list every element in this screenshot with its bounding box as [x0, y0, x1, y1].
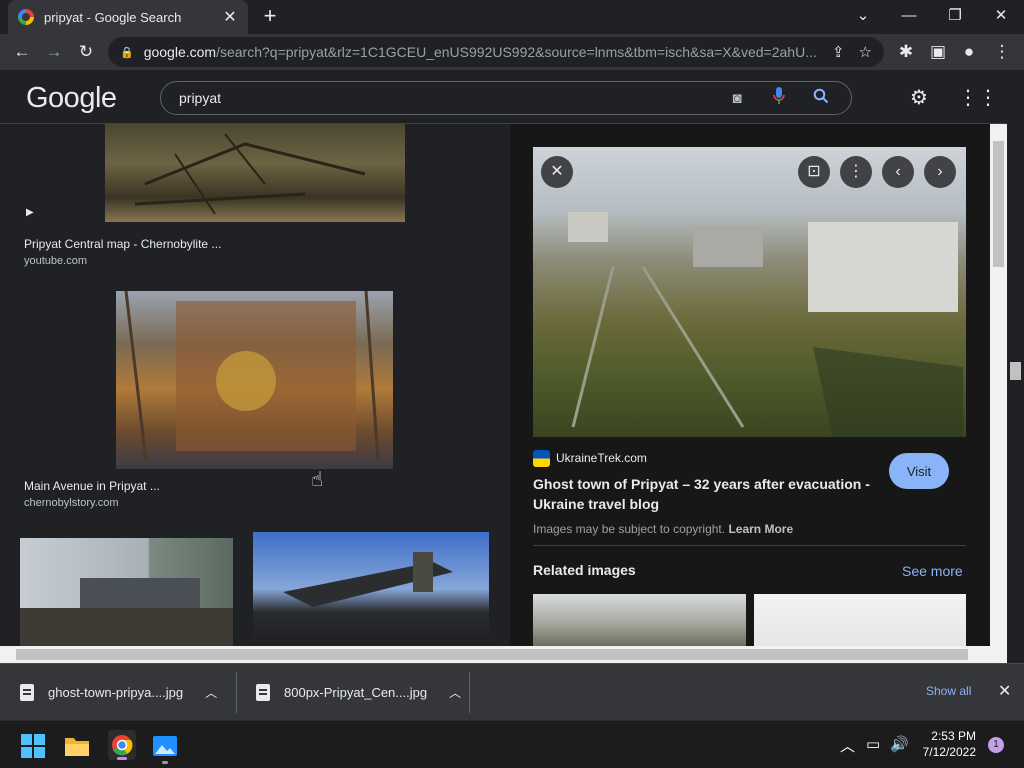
windows-start-icon[interactable] — [20, 733, 46, 759]
back-button[interactable]: ← — [10, 40, 34, 64]
file-explorer-icon[interactable] — [64, 733, 90, 759]
search-icon[interactable] — [809, 88, 833, 108]
side-panel-icon[interactable]: ▣ — [926, 40, 950, 64]
play-icon[interactable]: ▶ — [26, 207, 34, 218]
search-input[interactable] — [179, 90, 707, 106]
download-filename: ghost-town-pripya....jpg — [48, 685, 184, 700]
browser-tab[interactable]: pripyat - Google Search ✕ — [8, 0, 248, 34]
bookmark-star-icon[interactable]: ☆ — [859, 43, 872, 61]
notification-badge[interactable]: 1 — [988, 737, 1004, 753]
download-filename: 800px-Pripyat_Cen....jpg — [284, 685, 428, 700]
photos-app-icon[interactable] — [152, 733, 178, 764]
tab-search-chevron-icon[interactable]: ⌄ — [851, 4, 875, 28]
clock-time: 2:53 PM — [931, 729, 976, 743]
learn-more-link[interactable]: Learn More — [728, 522, 793, 536]
chevron-up-icon[interactable]: ︿ — [449, 684, 461, 701]
new-tab-button[interactable]: + — [258, 4, 282, 28]
url-text: google.com/search?q=pripyat&rlz=1C1GCEU_… — [143, 44, 817, 60]
settings-gear-icon[interactable]: ⚙ — [907, 86, 931, 110]
see-more-link[interactable]: See more — [902, 563, 963, 579]
related-images-title: Related images — [533, 562, 636, 578]
windows-taskbar: ︿ ▭ 🔊 2:53 PM 7/12/2022 1 — [0, 720, 1024, 768]
downloads-bar: ghost-town-pripya....jpg ︿ 800px-Pripyat… — [0, 663, 1024, 720]
profile-avatar-icon[interactable]: ● — [957, 40, 981, 64]
related-image[interactable] — [533, 594, 746, 646]
chrome-taskbar-icon[interactable] — [108, 730, 136, 760]
download-item[interactable]: ghost-town-pripya....jpg ︿ — [0, 664, 236, 721]
horizontal-scrollbar-thumb[interactable] — [16, 649, 968, 660]
close-window-button[interactable]: ✕ — [989, 4, 1013, 28]
google-lens-icon[interactable]: ⊡ — [798, 156, 830, 188]
image-results-grid: ▶ Pripyat Central map - Chernobylite ...… — [0, 124, 510, 646]
page-scrollbar[interactable] — [1007, 70, 1024, 646]
google-favicon-icon — [18, 9, 34, 25]
reload-button[interactable]: ↻ — [74, 40, 98, 64]
divider — [533, 545, 966, 546]
tab-strip: pripyat - Google Search ✕ + ⌄ — ❐ ✕ — [0, 0, 1024, 34]
chrome-menu-icon[interactable]: ⋮ — [990, 40, 1014, 64]
forward-button[interactable]: → — [42, 40, 66, 64]
show-all-downloads-link[interactable]: Show all — [926, 684, 971, 698]
divider — [469, 672, 470, 713]
google-header: Google ◙ ⚙ ⋮⋮ — [0, 70, 1024, 124]
camera-lens-icon[interactable]: ◙ — [725, 90, 749, 107]
minimize-button[interactable]: — — [897, 4, 921, 28]
network-icon[interactable]: ▭ — [866, 735, 880, 753]
close-tab-icon[interactable]: ✕ — [222, 7, 238, 27]
related-image[interactable] — [754, 594, 966, 646]
result-source: youtube.com — [24, 255, 87, 267]
result-thumbnail[interactable] — [20, 538, 233, 646]
panel-scrollbar[interactable] — [990, 124, 1007, 646]
close-preview-icon[interactable]: ✕ — [541, 156, 573, 188]
restore-button[interactable]: ❐ — [943, 4, 967, 28]
result-thumbnail[interactable] — [253, 532, 489, 646]
next-image-icon[interactable]: › — [924, 156, 956, 188]
show-hidden-icons-chevron[interactable]: ︿ — [840, 735, 855, 756]
chevron-up-icon[interactable]: ︿ — [205, 684, 217, 701]
file-icon — [20, 684, 34, 701]
source-name[interactable]: UkraineTrek.com — [556, 451, 647, 465]
result-thumbnail[interactable] — [116, 291, 393, 469]
copyright-notice: Images may be subject to copyright. Lear… — [533, 522, 794, 536]
close-downloads-icon[interactable]: ✕ — [998, 681, 1011, 701]
previous-image-icon[interactable]: ‹ — [882, 156, 914, 188]
address-bar[interactable]: 🔒 google.com/search?q=pripyat&rlz=1C1GCE… — [108, 37, 884, 67]
image-preview-panel: ✕ ⊡ ⋮ ‹ › UkraineTrek.com Ghost town of … — [510, 124, 990, 646]
preview-image[interactable] — [533, 147, 966, 437]
apps-grid-icon[interactable]: ⋮⋮ — [958, 86, 998, 110]
google-logo[interactable]: Google — [26, 82, 117, 115]
visit-button[interactable]: Visit — [889, 453, 949, 489]
mouse-hand-cursor-icon: ☝ — [311, 469, 324, 491]
result-thumbnail[interactable] — [105, 124, 405, 222]
panel-scrollbar-thumb[interactable] — [993, 141, 1004, 267]
microphone-icon[interactable] — [767, 87, 791, 109]
clock-date: 7/12/2022 — [922, 745, 976, 759]
search-box[interactable]: ◙ — [160, 81, 852, 115]
page-scrollbar-thumb[interactable] — [1010, 362, 1021, 380]
extensions-puzzle-icon[interactable]: ✱ — [894, 40, 918, 64]
file-icon — [256, 684, 270, 701]
lock-icon: 🔒 — [120, 46, 134, 59]
result-source: chernobylstory.com — [24, 497, 119, 509]
preview-title[interactable]: Ghost town of Pripyat – 32 years after e… — [533, 474, 883, 514]
volume-icon[interactable]: 🔊 — [890, 735, 909, 753]
source-flag-icon — [533, 450, 550, 467]
more-options-icon[interactable]: ⋮ — [840, 156, 872, 188]
share-icon[interactable]: ⇪ — [832, 43, 845, 61]
result-caption[interactable]: Main Avenue in Pripyat ... — [24, 479, 160, 493]
taskbar-clock[interactable]: 2:53 PM 7/12/2022 — [916, 728, 976, 760]
result-caption[interactable]: Pripyat Central map - Chernobylite ... — [24, 237, 221, 251]
browser-toolbar: ← → ↻ 🔒 google.com/search?q=pripyat&rlz=… — [0, 34, 1024, 70]
horizontal-scrollbar[interactable] — [0, 646, 1007, 663]
download-item[interactable]: 800px-Pripyat_Cen....jpg ︿ — [236, 664, 469, 721]
tab-title: pripyat - Google Search — [44, 9, 182, 25]
